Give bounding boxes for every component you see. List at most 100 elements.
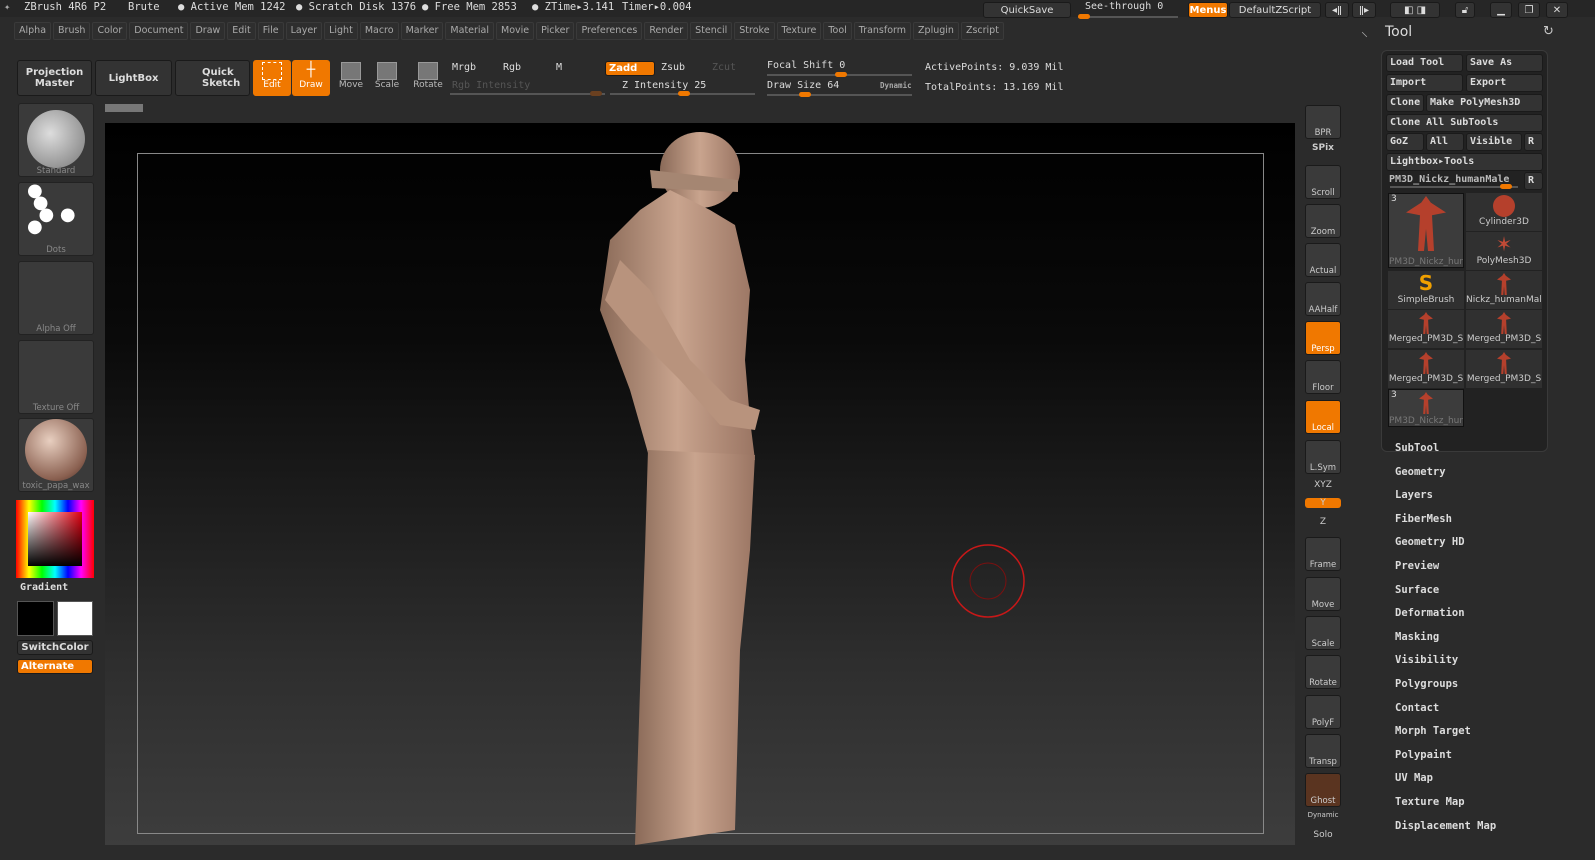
lightbox-button[interactable]: LightBox [95, 60, 172, 96]
zadd-button[interactable]: Zadd [605, 61, 655, 76]
load-tool-button[interactable]: Load Tool [1386, 54, 1463, 72]
section-visibility[interactable]: Visibility [1395, 654, 1458, 666]
quick-sketch-button[interactable]: Quick Sketch [175, 60, 250, 96]
shelf-floor-button[interactable]: Floor [1305, 360, 1341, 394]
section-morph-target[interactable]: Morph Target [1395, 725, 1471, 737]
section-masking[interactable]: Masking [1395, 631, 1439, 643]
r-button[interactable]: R [1524, 133, 1543, 151]
menu-brush[interactable]: Brush [53, 22, 91, 40]
quicksave-button[interactable]: QuickSave [983, 2, 1071, 18]
menu-tool[interactable]: Tool [823, 22, 852, 40]
rotate-button[interactable]: Rotate [409, 60, 447, 96]
shelf-scroll-button[interactable]: Scroll [1305, 165, 1341, 199]
section-preview[interactable]: Preview [1395, 560, 1439, 572]
menu-zscript[interactable]: Zscript [960, 22, 1004, 40]
menu-document[interactable]: Document [129, 22, 189, 40]
gradient-label[interactable]: Gradient [20, 582, 68, 593]
restore-icon[interactable]: ❐ [1518, 2, 1540, 18]
tool-item[interactable]: Nickz_humanMale [1466, 271, 1542, 309]
alternate-button[interactable]: Alternate [17, 659, 93, 674]
section-polygroups[interactable]: Polygroups [1395, 678, 1458, 690]
all-button[interactable]: All [1426, 133, 1464, 151]
tool-item[interactable]: ✶ PolyMesh3D [1466, 232, 1542, 270]
shelf-solo-button[interactable]: Solo [1305, 830, 1341, 840]
section-displacement-map[interactable]: Displacement Map [1395, 820, 1496, 832]
clone-button[interactable]: Clone [1386, 94, 1424, 112]
tool-item[interactable]: Cylinder3D [1466, 193, 1542, 231]
shelf-xyz-button[interactable]: XYZ [1305, 480, 1341, 490]
menus-button[interactable]: Menus [1188, 2, 1228, 18]
scale-button[interactable]: Scale [368, 60, 406, 96]
see-through-slider[interactable] [1078, 14, 1178, 19]
color-picker[interactable] [16, 500, 94, 578]
canvas-scroll-handle[interactable] [105, 104, 143, 112]
m-button[interactable]: M [556, 62, 562, 73]
script-button[interactable]: DefaultZScript [1229, 2, 1321, 18]
shelf-persp-button[interactable]: Persp [1305, 321, 1341, 355]
focal-shift-slider[interactable] [767, 72, 912, 77]
menu-alpha[interactable]: Alpha [14, 22, 52, 40]
shelf-dynamic-button[interactable]: Dynamic [1305, 811, 1341, 819]
stroke-thumbnail[interactable]: ● ● ● ● ● Dots [18, 182, 94, 256]
tool-palette-title[interactable]: Tool [1385, 24, 1412, 40]
current-tool-r-button[interactable]: R [1524, 172, 1543, 190]
zcut-button[interactable]: Zcut [712, 62, 736, 73]
shelf-move-button[interactable]: Move [1305, 577, 1341, 611]
make-polymesh3d-button[interactable]: Make PolyMesh3D [1426, 94, 1543, 112]
shelf-frame-button[interactable]: Frame [1305, 537, 1341, 571]
goz-button[interactable]: GoZ [1386, 133, 1424, 151]
dynamic-button[interactable]: Dynamic [880, 81, 912, 90]
shelf-ghost-button[interactable]: Ghost [1305, 773, 1341, 807]
visible-button[interactable]: Visible [1466, 133, 1522, 151]
menu-zplugin[interactable]: Zplugin [913, 22, 959, 40]
rgb-intensity-slider[interactable] [450, 91, 605, 96]
section-deformation[interactable]: Deformation [1395, 607, 1465, 619]
menu-light[interactable]: Light [324, 22, 358, 40]
layout-icon[interactable]: ◧ ◨ [1390, 2, 1440, 18]
menu-texture[interactable]: Texture [776, 22, 822, 40]
expand-tray-icon[interactable]: ǁ▸ [1352, 2, 1376, 18]
section-layers[interactable]: Layers [1395, 489, 1433, 501]
shelf-scale-button[interactable]: Scale [1305, 616, 1341, 650]
save-as-button[interactable]: Save As [1466, 54, 1543, 72]
tool-item[interactable]: 3 PM3D_Nickz_hur [1388, 389, 1464, 427]
tool-item[interactable]: Merged_PM3D_S [1388, 310, 1464, 348]
menu-movie[interactable]: Movie [496, 22, 535, 40]
menu-color[interactable]: Color [92, 22, 128, 40]
zsub-button[interactable]: Zsub [661, 62, 685, 73]
export-button[interactable]: Export [1466, 74, 1543, 92]
tool-item[interactable]: Merged_PM3D_S [1466, 310, 1542, 348]
shelf-local-button[interactable]: Local [1305, 400, 1341, 434]
section-subtool[interactable]: SubTool [1395, 442, 1439, 454]
shelf-actual-button[interactable]: Actual [1305, 243, 1341, 277]
minimize-icon[interactable]: ▁ [1490, 2, 1512, 18]
menu-file[interactable]: File [257, 22, 284, 40]
menu-layer[interactable]: Layer [285, 22, 323, 40]
edit-button[interactable]: Edit [253, 60, 291, 96]
tool-item[interactable]: S SimpleBrush [1388, 271, 1464, 309]
mrgb-button[interactable]: Mrgb [452, 62, 476, 73]
rgb-button[interactable]: Rgb [503, 62, 521, 73]
z-intensity-slider[interactable] [610, 91, 755, 96]
menu-draw[interactable]: Draw [190, 22, 226, 40]
section-polypaint[interactable]: Polypaint [1395, 749, 1452, 761]
material-thumbnail[interactable]: toxic_papa_wax [18, 418, 94, 492]
shelf-lsym-button[interactable]: L.Sym [1305, 440, 1341, 474]
tool-item[interactable]: Merged_PM3D_S [1388, 350, 1464, 388]
refresh-icon[interactable]: ↻ [1543, 24, 1554, 39]
clone-all-subtools-button[interactable]: Clone All SubTools [1386, 114, 1543, 132]
shelf-transp-button[interactable]: Transp [1305, 734, 1341, 768]
menu-edit[interactable]: Edit [227, 22, 256, 40]
shelf-aahalf-button[interactable]: AAHalf [1305, 282, 1341, 316]
section-uv-map[interactable]: UV Map [1395, 772, 1433, 784]
shelf-y-button[interactable]: Y [1305, 498, 1341, 508]
brush-thumbnail[interactable]: Standard [18, 103, 94, 177]
section-geometry[interactable]: Geometry [1395, 466, 1446, 478]
menu-transform[interactable]: Transform [853, 22, 912, 40]
alpha-thumbnail[interactable]: Alpha Off [18, 261, 94, 335]
section-texture-map[interactable]: Texture Map [1395, 796, 1465, 808]
texture-thumbnail[interactable]: Texture Off [18, 340, 94, 414]
shelf-spix-button[interactable]: SPix [1305, 143, 1341, 153]
lock-icon[interactable]: 🔓︎ [1455, 2, 1475, 18]
shelf-bpr-button[interactable]: BPR [1305, 105, 1341, 139]
